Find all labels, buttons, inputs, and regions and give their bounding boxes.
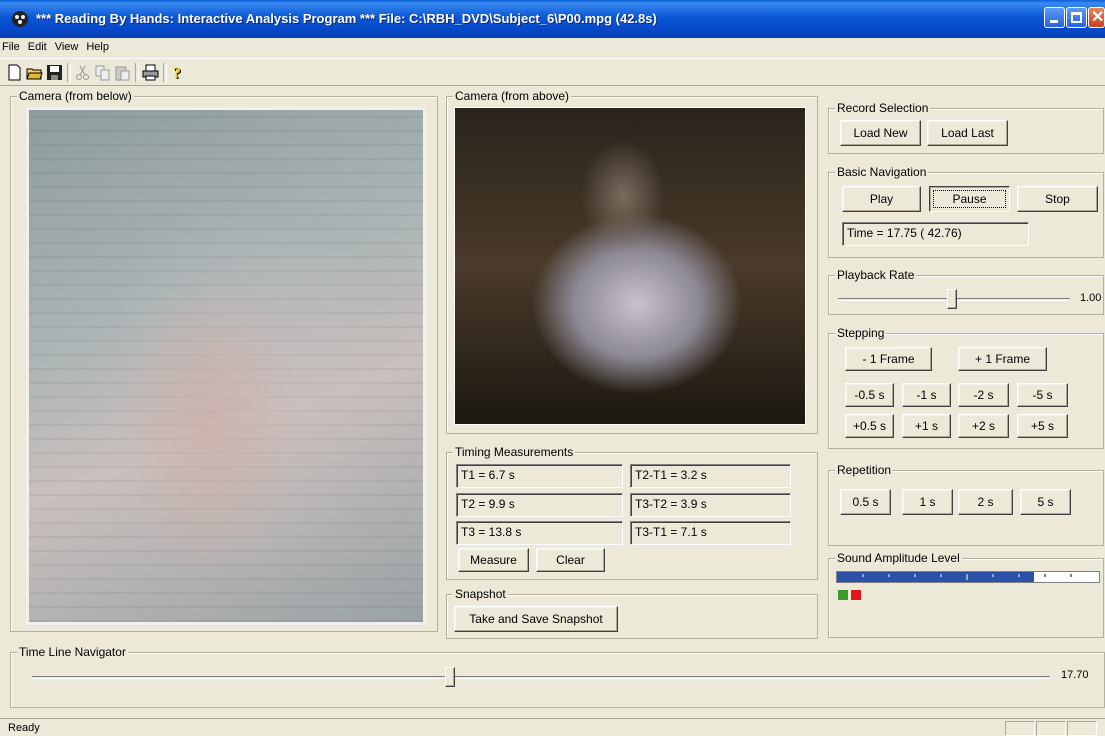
sound-amplitude-group: Sound Amplitude Level [828, 551, 1104, 638]
take-snapshot-button[interactable]: Take and Save Snapshot [454, 606, 618, 632]
minimize-button[interactable] [1044, 7, 1065, 28]
camera-below-label: Camera (from below) [17, 89, 134, 103]
pause-button-label: Pause [952, 192, 987, 206]
repeat-1s-button[interactable]: 1 s [902, 489, 953, 515]
status-pane [1036, 721, 1066, 736]
window-title: *** Reading By Hands: Interactive Analys… [36, 11, 657, 26]
load-new-button[interactable]: Load New [840, 120, 921, 146]
step-fwd-0-5s-button[interactable]: +0.5 s [845, 414, 894, 438]
menu-file[interactable]: File [0, 38, 24, 53]
timeline-track[interactable] [32, 676, 1050, 679]
step-fwd-5s-button[interactable]: +5 s [1017, 414, 1068, 438]
step-back-2s-button[interactable]: -2 s [958, 383, 1009, 407]
toolbar: ?? [0, 58, 1105, 86]
plus-one-frame-button[interactable]: + 1 Frame [958, 347, 1047, 371]
repetition-label: Repetition [835, 463, 894, 477]
app-icon [12, 11, 28, 27]
toolbar-separator [67, 63, 71, 82]
paste-icon[interactable] [114, 64, 131, 81]
save-icon[interactable] [46, 64, 63, 81]
copy-icon[interactable] [94, 64, 111, 81]
step-back-1s-button[interactable]: -1 s [902, 383, 951, 407]
menu-edit[interactable]: Edit [24, 38, 51, 53]
menu-view[interactable]: View [51, 38, 83, 53]
minimize-icon [1050, 20, 1058, 23]
close-icon: ✕ [1091, 9, 1105, 26]
pause-button[interactable]: Pause [929, 186, 1010, 212]
measure-button[interactable]: Measure [458, 548, 529, 572]
t3-t2-field: T3-T2 = 3.9 s [630, 493, 791, 517]
step-back-5s-button[interactable]: -5 s [1017, 383, 1068, 407]
title-bar[interactable]: *** Reading By Hands: Interactive Analys… [0, 0, 1105, 38]
timing-label: Timing Measurements [453, 445, 576, 459]
help-icon[interactable]: ?? [170, 64, 187, 81]
load-last-button[interactable]: Load Last [927, 120, 1008, 146]
status-pane [1067, 721, 1097, 736]
print-icon[interactable] [142, 64, 159, 81]
sound-amplitude-label: Sound Amplitude Level [835, 551, 962, 565]
timeline-value: 17.70 [1061, 669, 1089, 681]
maximize-button[interactable] [1066, 7, 1087, 28]
t1-field: T1 = 6.7 s [456, 464, 623, 488]
clear-button[interactable]: Clear [536, 548, 605, 572]
toolbar-separator [163, 63, 167, 82]
menu-bar: File Edit View Help [0, 38, 1105, 58]
stepping-label: Stepping [835, 326, 887, 340]
playback-rate-group: Playback Rate [828, 268, 1104, 315]
timeline-label: Time Line Navigator [17, 645, 128, 659]
cut-icon[interactable] [74, 64, 91, 81]
red-indicator [851, 590, 861, 600]
playback-rate-label: Playback Rate [835, 268, 917, 282]
step-back-0-5s-button[interactable]: -0.5 s [845, 383, 894, 407]
camera-below-video[interactable] [26, 107, 426, 625]
toolbar-separator [135, 63, 139, 82]
camera-above-label: Camera (from above) [453, 89, 572, 103]
stop-button[interactable]: Stop [1017, 186, 1098, 212]
menu-help[interactable]: Help [82, 38, 113, 53]
t2-t1-field: T2-T1 = 3.2 s [630, 464, 791, 488]
playback-rate-value: 1.00 [1080, 292, 1102, 304]
sound-level-ticks [862, 574, 1072, 580]
timeline-group: Time Line Navigator [10, 645, 1105, 708]
repeat-2s-button[interactable]: 2 s [958, 489, 1013, 515]
step-fwd-2s-button[interactable]: +2 s [958, 414, 1009, 438]
open-icon[interactable] [26, 64, 43, 81]
time-display: Time = 17.75 ( 42.76) [842, 222, 1029, 246]
svg-text:?: ? [173, 65, 181, 81]
t3-t1-field: T3-T1 = 7.1 s [630, 521, 791, 545]
status-text: Ready [8, 722, 40, 734]
play-button[interactable]: Play [842, 186, 921, 212]
repeat-0-5s-button[interactable]: 0.5 s [840, 489, 891, 515]
close-button[interactable]: ✕ [1088, 7, 1105, 28]
minus-one-frame-button[interactable]: - 1 Frame [845, 347, 932, 371]
green-indicator [838, 590, 848, 600]
basic-navigation-label: Basic Navigation [835, 165, 929, 179]
maximize-icon [1071, 12, 1082, 23]
timeline-thumb[interactable] [445, 667, 456, 687]
snapshot-label: Snapshot [453, 587, 508, 601]
playback-rate-thumb[interactable] [946, 289, 957, 309]
new-icon[interactable] [6, 64, 23, 81]
status-bar: Ready [0, 718, 1105, 736]
t2-field: T2 = 9.9 s [456, 493, 623, 517]
camera-above-video[interactable] [454, 107, 806, 425]
t3-field: T3 = 13.8 s [456, 521, 623, 545]
sound-level-meter [836, 571, 1100, 583]
status-pane [1005, 721, 1035, 736]
record-selection-label: Record Selection [835, 101, 931, 115]
step-fwd-1s-button[interactable]: +1 s [902, 414, 951, 438]
repeat-5s-button[interactable]: 5 s [1020, 489, 1071, 515]
